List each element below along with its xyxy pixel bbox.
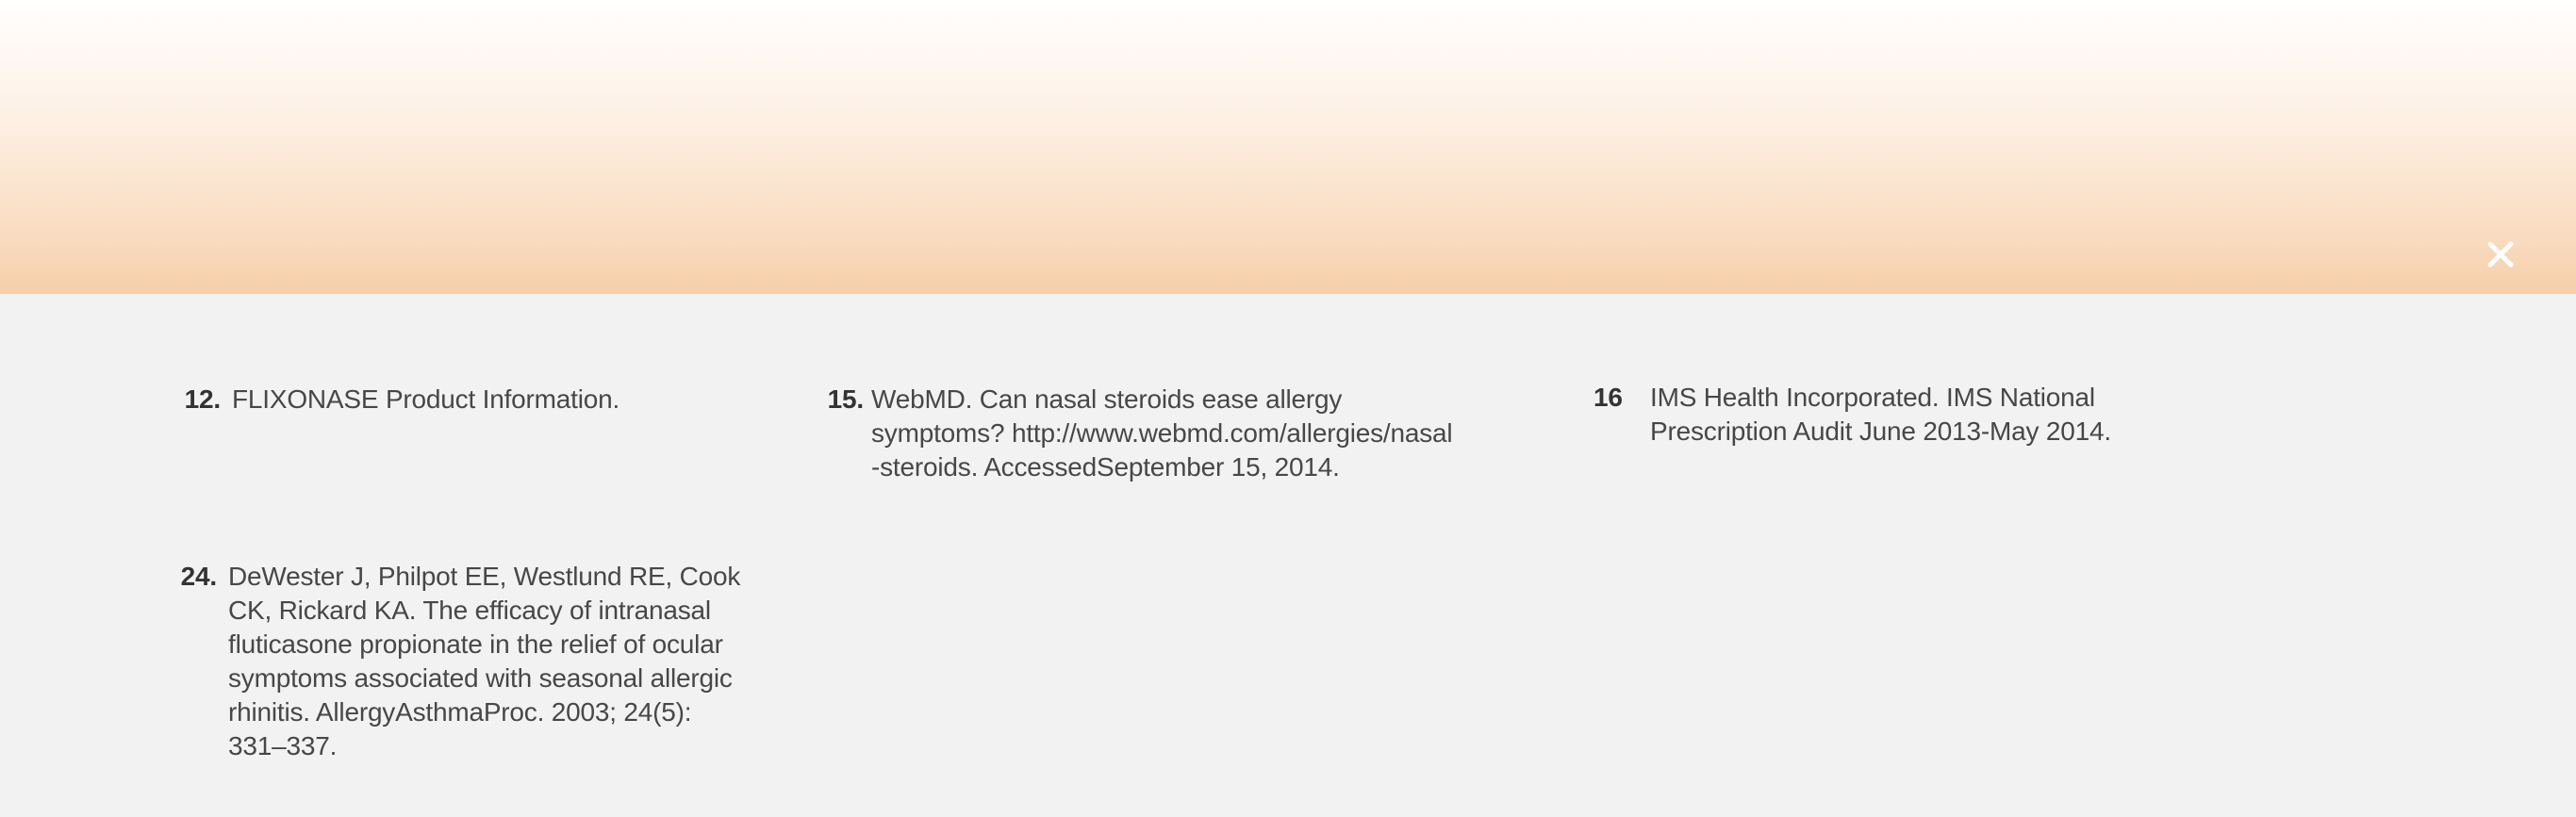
- reference-number: 12.: [184, 384, 222, 414]
- close-icon: [2487, 241, 2514, 268]
- reference-24: 24. DeWester J, Philpot EE, Westlund RE,…: [168, 560, 752, 763]
- reference-accessed: AccessedSeptember 15, 2014.: [983, 452, 1340, 482]
- reference-number: 15.: [827, 384, 865, 414]
- reference-text: DeWester J, Philpot EE, Westlund RE, Coo…: [228, 562, 741, 760]
- reference-number: 16: [1593, 383, 1623, 412]
- reference-15: 15. WebMD. Can nasal steroids ease aller…: [820, 383, 1461, 484]
- references-panel: 12. FLIXONASE Product Information. 15. W…: [0, 294, 2576, 817]
- reference-text: FLIXONASE Product Information.: [232, 384, 620, 414]
- reference-12: 12. FLIXONASE Product Information.: [179, 383, 620, 417]
- reference-number: 24.: [180, 562, 218, 591]
- reference-text: WebMD. Can nasal steroids ease allergy s…: [871, 383, 1456, 484]
- close-button[interactable]: [2480, 234, 2521, 275]
- reference-16: 16 IMS Health Incorporated. IMS National…: [1593, 381, 2159, 449]
- header-band: [0, 0, 2576, 294]
- reference-text: IMS Health Incorporated. IMS National Pr…: [1650, 383, 2111, 446]
